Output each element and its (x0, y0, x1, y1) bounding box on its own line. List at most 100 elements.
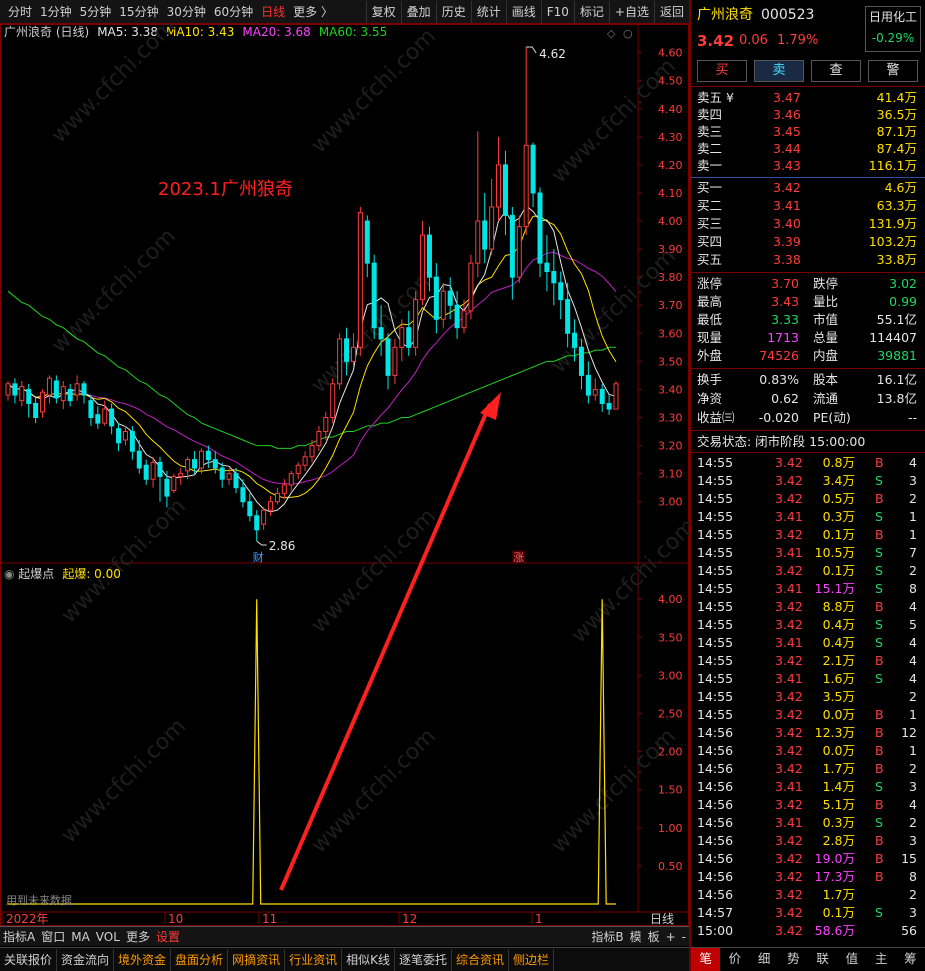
bid-row[interactable]: 买二 3.41 63.3万 (691, 197, 925, 215)
tick-price: 3.42 (775, 833, 803, 848)
info-tab-4[interactable]: 网摘资讯 (228, 948, 286, 971)
tool-button-3[interactable]: 统计 (470, 0, 506, 23)
ask-row[interactable]: 卖二 3.44 87.4万 (691, 140, 925, 158)
side-tab-3[interactable]: 势 (779, 948, 808, 971)
tool-button-5[interactable]: F10 (540, 0, 574, 23)
indicator-tab-0[interactable]: 指标A (0, 928, 38, 945)
candle-body (433, 276, 439, 320)
query-button[interactable]: 查 (811, 60, 861, 82)
indicator-tab-10[interactable]: - (679, 930, 689, 944)
tick-count: 1 (909, 509, 917, 524)
tick-price: 3.41 (775, 779, 803, 794)
circle-icon[interactable]: ○ (623, 27, 633, 40)
diamond-icon[interactable]: ◇ (607, 27, 616, 40)
buy-button[interactable]: 买 (697, 60, 747, 82)
indicator-tab-1[interactable]: 窗口 (38, 928, 68, 945)
tool-button-8[interactable]: 返回 (653, 0, 689, 23)
indicator-value: 起爆: 0.00 (62, 567, 121, 581)
info-tab-6[interactable]: 相似K线 (342, 948, 395, 971)
side-tab-5[interactable]: 值 (837, 948, 866, 971)
indicator-tab-2[interactable]: MA (68, 930, 93, 944)
stat-label: 股本 (813, 372, 839, 387)
candle-body (268, 501, 274, 511)
candle-body (572, 332, 578, 348)
stat-value: 0.62 (771, 391, 799, 406)
price-change-pct: 1.79% (777, 33, 819, 48)
side-tab-2[interactable]: 细 (750, 948, 779, 971)
sell-button[interactable]: 卖 (754, 60, 804, 82)
tool-button-2[interactable]: 历史 (435, 0, 471, 23)
indicator-tab-5[interactable]: 设置 (153, 928, 183, 945)
ask-volume: 41.4万 (876, 90, 917, 105)
candle-body (19, 386, 25, 402)
tool-button-1[interactable]: 叠加 (400, 0, 436, 23)
period-tab-3[interactable]: 15分钟 (115, 1, 162, 23)
indicator-tab-3[interactable]: VOL (93, 930, 123, 944)
period-tab-7[interactable]: 更多 〉 (289, 1, 337, 23)
tool-button-7[interactable]: +自选 (608, 0, 654, 23)
ask-row[interactable]: 卖四 3.46 36.5万 (691, 106, 925, 124)
candle-body (116, 428, 122, 444)
stock-name: 广州浪奇 (697, 7, 753, 23)
bid-row[interactable]: 买一 3.42 4.6万 (691, 179, 925, 197)
tool-button-6[interactable]: 标记 (573, 0, 609, 23)
event-marker-rise[interactable]: 涨 (513, 551, 524, 564)
candle-body (482, 220, 488, 250)
info-tab-2[interactable]: 境外资金 (114, 948, 172, 971)
tick-price: 3.42 (775, 797, 803, 812)
indicator-tab-8[interactable]: 板 (645, 928, 663, 945)
side-tab-4[interactable]: 联 (808, 948, 837, 971)
info-tab-5[interactable]: 行业资讯 (285, 948, 343, 971)
info-tab-9[interactable]: 侧边栏 (509, 948, 555, 971)
ask-row[interactable]: 卖五 ¥ 3.47 41.4万 (691, 89, 925, 107)
side-tab-1[interactable]: 价 (720, 948, 749, 971)
chart-toolbar: 分时 1分钟 5分钟 15分钟 30分钟 60分钟 日线 更多 〉 复权 叠加 历史 统计 画线 F10 标… (0, 0, 689, 24)
alert-button[interactable]: 警 (868, 60, 918, 82)
indicator-tab-7[interactable]: 模 (627, 928, 645, 945)
tick-row: 14:56 3.42 1.7万 2 (691, 886, 925, 904)
kline-chart[interactable]: 广州浪奇 (日线) MA5: 3.38 MA10: 3.43 MA20: 3.68 MA… (0, 24, 689, 926)
period-tab-4[interactable]: 30分钟 (163, 1, 210, 23)
side-tab-7[interactable]: 筹 (896, 948, 925, 971)
candle-body (164, 478, 170, 497)
side-tab-0[interactable]: 笔 (691, 948, 721, 971)
side-tabs: 笔价细势联值主筹 (691, 947, 925, 971)
event-marker-finance[interactable]: 财 (253, 550, 264, 564)
stat-label: 涨停 (697, 276, 723, 291)
tick-side: B (875, 527, 884, 542)
indicator-tab-9[interactable]: + (663, 930, 679, 944)
info-tab-7[interactable]: 逐笔委托 (395, 948, 452, 971)
tool-button-4[interactable]: 画线 (505, 0, 541, 23)
period-tab-6[interactable]: 日线 (257, 1, 289, 23)
side-tab-6[interactable]: 主 (867, 948, 896, 971)
tick-count: 56 (901, 923, 917, 938)
info-tab-8[interactable]: 综合资讯 (452, 948, 509, 971)
tick-volume: 19.0万 (814, 851, 855, 866)
info-tab-1[interactable]: 资金流向 (57, 948, 115, 971)
tick-row: 14:55 3.41 15.1万 S 8 (691, 580, 925, 598)
ask-row[interactable]: 卖三 3.45 87.1万 (691, 123, 925, 141)
ask-row[interactable]: 卖一 3.43 116.1万 (691, 157, 925, 175)
candle-body (592, 388, 598, 396)
bid-volume: 63.3万 (876, 198, 917, 213)
tick-side: B (875, 455, 884, 470)
info-tab-3[interactable]: 盘面分析 (171, 948, 229, 971)
tick-side: S (875, 545, 883, 560)
price-tick-label: 3.40 (658, 383, 683, 396)
tool-button-0[interactable]: 复权 (365, 0, 401, 23)
tick-volume: 1.7万 (822, 887, 855, 902)
bid-row[interactable]: 买四 3.39 103.2万 (691, 233, 925, 251)
period-tab-0[interactable]: 分时 (4, 1, 36, 23)
tick-count: 3 (909, 905, 917, 920)
period-tab-2[interactable]: 5分钟 (76, 1, 116, 23)
indicator-tick-label: 1.50 (658, 784, 683, 797)
tick-time: 14:55 (697, 527, 734, 542)
period-tab-1[interactable]: 1分钟 (36, 1, 76, 23)
bid-row[interactable]: 买三 3.40 131.9万 (691, 215, 925, 233)
indicator-gear-icon[interactable]: ◉ (4, 567, 18, 581)
indicator-tab-6[interactable]: 指标B (588, 928, 626, 945)
info-tab-0[interactable]: 关联报价 (0, 948, 58, 971)
period-tab-5[interactable]: 60分钟 (210, 1, 257, 23)
bid-row[interactable]: 买五 3.38 33.8万 (691, 251, 925, 269)
indicator-tab-4[interactable]: 更多 (123, 928, 153, 945)
